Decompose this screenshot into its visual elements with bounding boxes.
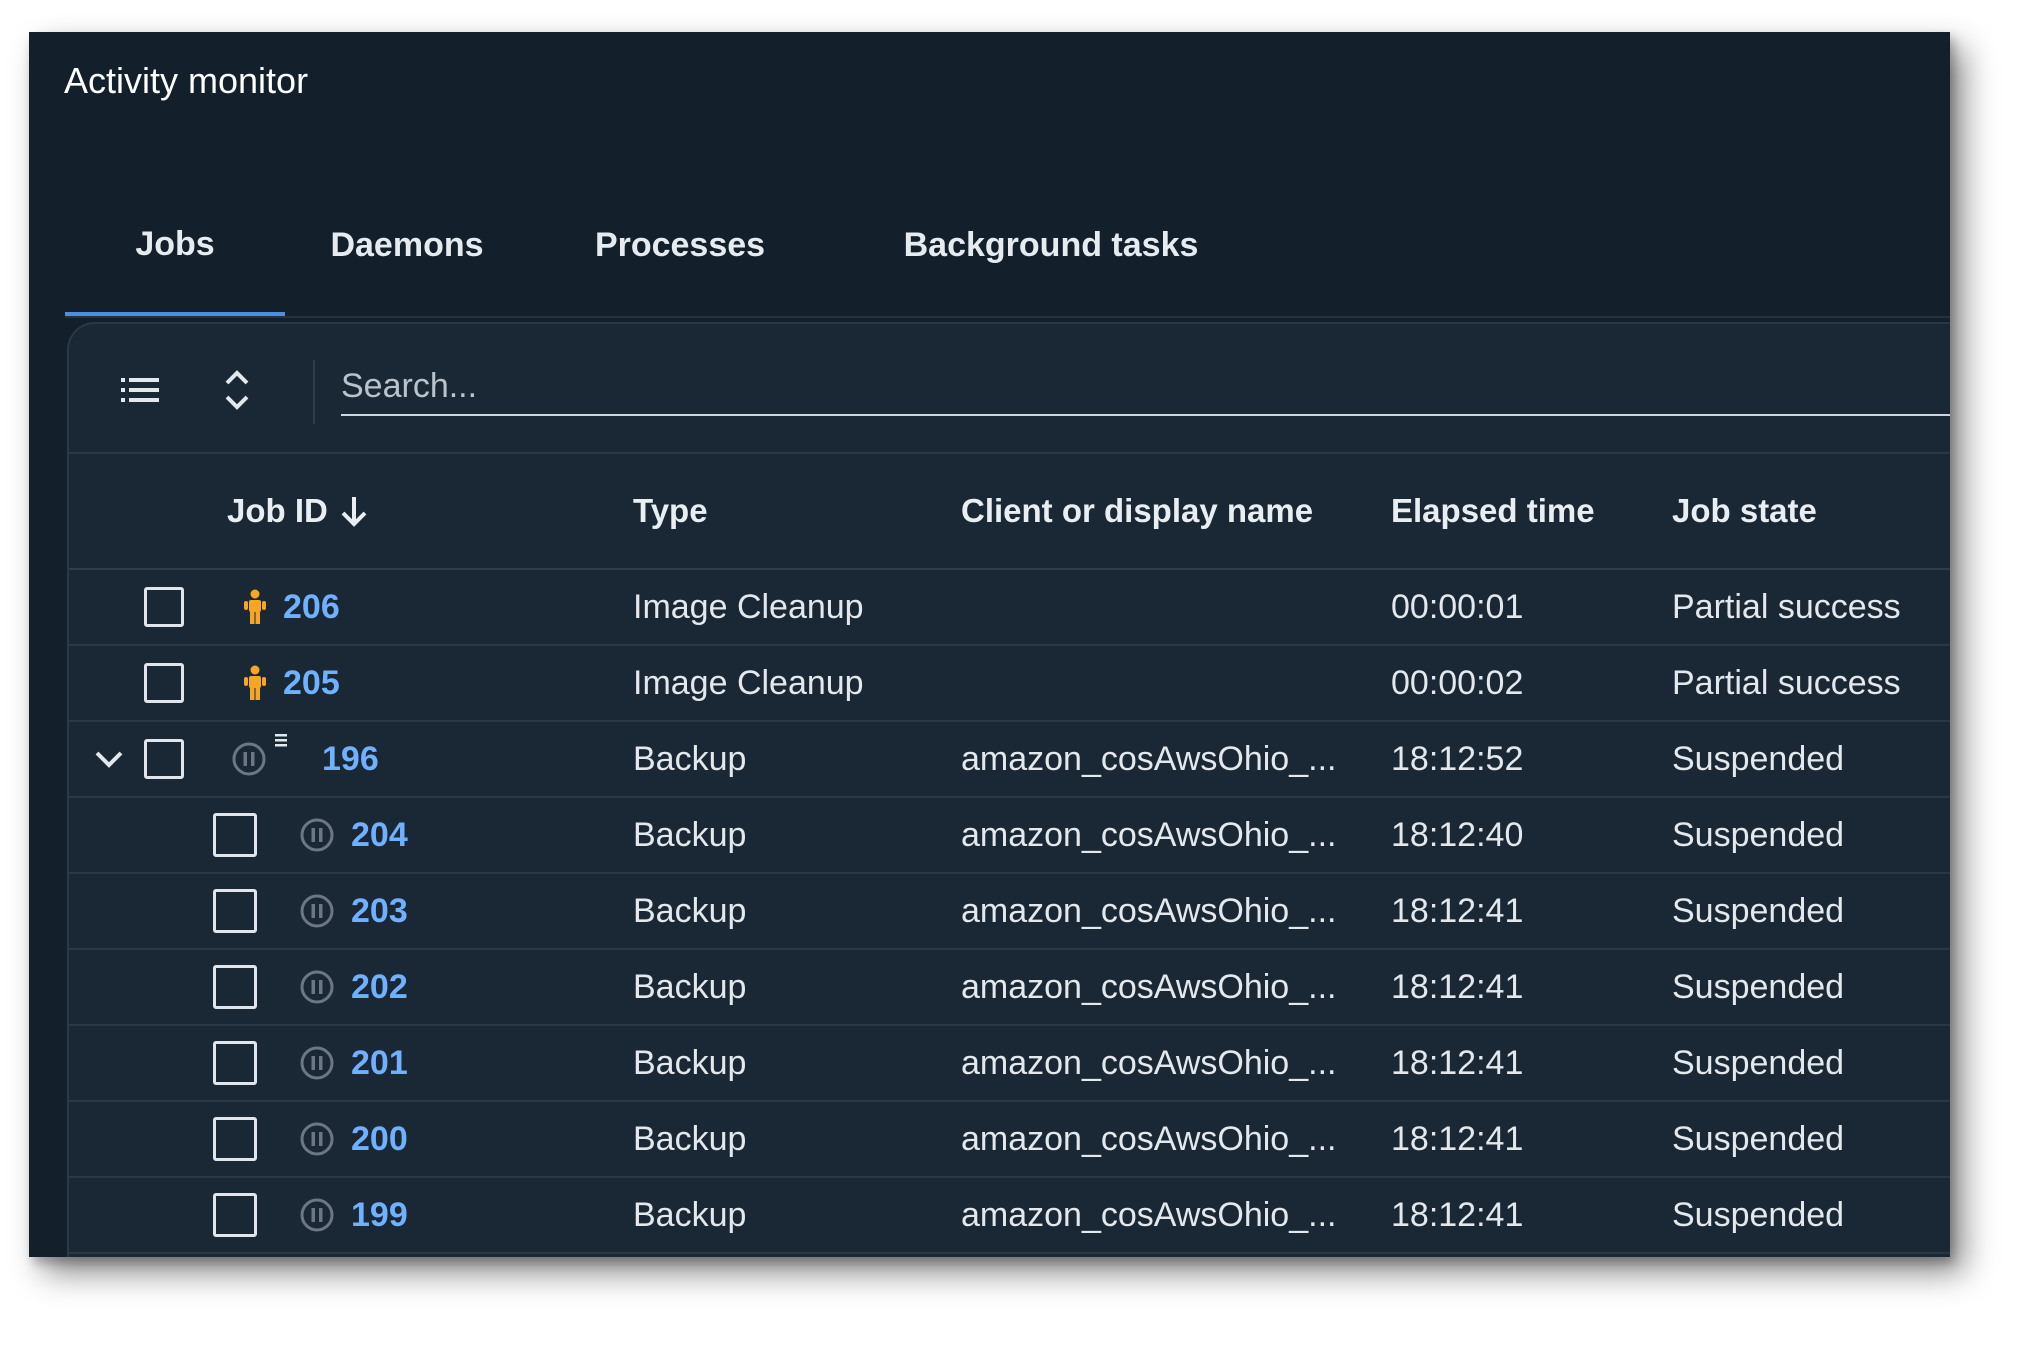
job-type: Backup <box>633 739 747 778</box>
pause-circle-icon <box>299 1121 335 1157</box>
job-type: Image Cleanup <box>633 587 864 626</box>
job-state: Suspended <box>1672 1119 1845 1158</box>
expand-collapse-icon[interactable] <box>215 362 259 418</box>
job-id-link[interactable]: 201 <box>351 1026 408 1100</box>
search-input[interactable] <box>341 358 1950 416</box>
job-id-link[interactable]: 200 <box>351 1102 408 1176</box>
jobs-table-panel: Job ID Type Client or display name Elaps… <box>67 322 1950 1257</box>
row-checkbox[interactable] <box>144 587 184 627</box>
client-name: amazon_cosAwsOhio_... <box>961 967 1337 1006</box>
tab-jobs[interactable]: Jobs <box>65 192 285 316</box>
job-type: Backup <box>633 1043 747 1082</box>
row-checkbox[interactable] <box>144 663 184 703</box>
row-checkbox[interactable] <box>213 1041 257 1085</box>
table-toolbar <box>69 324 1950 454</box>
job-id-link[interactable]: 196 <box>322 722 379 796</box>
job-type: Backup <box>633 1195 747 1234</box>
pause-circle-icon <box>231 741 267 777</box>
row-checkbox[interactable] <box>213 813 257 857</box>
row-checkbox[interactable] <box>213 1193 257 1237</box>
elapsed-time: 18:12:40 <box>1391 815 1524 854</box>
job-id-link[interactable]: 199 <box>351 1178 408 1252</box>
toolbar-divider <box>313 360 315 424</box>
client-name: amazon_cosAwsOhio_... <box>961 891 1337 930</box>
elapsed-time: 18:12:41 <box>1391 967 1524 1006</box>
job-id-link[interactable]: 204 <box>351 798 408 872</box>
table-row[interactable]: 204 Backup amazon_cosAwsOhio_... 18:12:4… <box>69 798 1950 874</box>
elapsed-time: 18:12:52 <box>1391 739 1524 778</box>
table-header: Job ID Type Client or display name Elaps… <box>69 454 1950 570</box>
row-checkbox[interactable] <box>144 739 184 779</box>
tab-daemons[interactable]: Daemons <box>327 192 487 314</box>
elapsed-time: 00:00:02 <box>1391 663 1524 702</box>
pause-circle-icon <box>299 1197 335 1233</box>
tab-processes[interactable]: Processes <box>595 192 765 314</box>
person-running-icon <box>237 589 273 625</box>
column-header-elapsed-time[interactable]: Elapsed time <box>1391 454 1595 568</box>
job-type: Image Cleanup <box>633 663 864 702</box>
column-header-type[interactable]: Type <box>633 454 708 568</box>
table-row[interactable]: 206 Image Cleanup 00:00:01 Partial succe… <box>69 570 1950 646</box>
job-state: Suspended <box>1672 1195 1845 1234</box>
parent-job-icon <box>271 730 291 750</box>
client-name: amazon_cosAwsOhio_... <box>961 1195 1337 1234</box>
tab-background-tasks[interactable]: Background tasks <box>904 192 1199 314</box>
sort-descending-icon[interactable] <box>340 494 368 528</box>
job-state: Suspended <box>1672 891 1845 930</box>
row-checkbox[interactable] <box>213 889 257 933</box>
tab-bar: Jobs Daemons Processes Background tasks <box>65 192 1950 318</box>
list-icon[interactable] <box>119 368 163 412</box>
job-state: Partial success <box>1672 663 1901 702</box>
job-type: Backup <box>633 967 747 1006</box>
elapsed-time: 18:12:41 <box>1391 891 1524 930</box>
job-id-link[interactable]: 206 <box>283 570 340 644</box>
table-row[interactable]: 200 Backup amazon_cosAwsOhio_... 18:12:4… <box>69 1102 1950 1178</box>
column-header-client[interactable]: Client or display name <box>961 454 1313 568</box>
column-label: Job ID <box>227 492 328 529</box>
person-running-icon <box>237 665 273 701</box>
client-name: amazon_cosAwsOhio_... <box>961 1043 1337 1082</box>
pause-circle-icon <box>299 817 335 853</box>
job-state: Suspended <box>1672 1043 1845 1082</box>
client-name: amazon_cosAwsOhio_... <box>961 815 1337 854</box>
column-header-job-state[interactable]: Job state <box>1672 454 1817 568</box>
client-name: amazon_cosAwsOhio_... <box>961 739 1337 778</box>
elapsed-time: 18:12:41 <box>1391 1043 1524 1082</box>
client-name: amazon_cosAwsOhio_... <box>961 1119 1337 1158</box>
column-header-job-id[interactable]: Job ID <box>227 454 368 568</box>
pause-circle-icon <box>299 893 335 929</box>
job-state: Suspended <box>1672 967 1845 1006</box>
elapsed-time: 00:00:01 <box>1391 587 1524 626</box>
row-checkbox[interactable] <box>213 1117 257 1161</box>
pause-circle-icon <box>299 1045 335 1081</box>
table-row[interactable]: 199 Backup amazon_cosAwsOhio_... 18:12:4… <box>69 1178 1950 1254</box>
page-title: Activity monitor <box>64 60 309 101</box>
elapsed-time: 18:12:41 <box>1391 1119 1524 1158</box>
table-row[interactable]: 202 Backup amazon_cosAwsOhio_... 18:12:4… <box>69 950 1950 1026</box>
job-type: Backup <box>633 1119 747 1158</box>
job-id-link[interactable]: 202 <box>351 950 408 1024</box>
job-type: Backup <box>633 815 747 854</box>
table-row[interactable]: 201 Backup amazon_cosAwsOhio_... 18:12:4… <box>69 1026 1950 1102</box>
elapsed-time: 18:12:41 <box>1391 1195 1524 1234</box>
job-id-link[interactable]: 203 <box>351 874 408 948</box>
job-state: Suspended <box>1672 815 1845 854</box>
table-row[interactable]: 196 Backup amazon_cosAwsOhio_... 18:12:5… <box>69 722 1950 798</box>
row-checkbox[interactable] <box>213 965 257 1009</box>
job-id-link[interactable]: 205 <box>283 646 340 720</box>
chevron-down-icon[interactable] <box>91 741 127 777</box>
activity-monitor-window: Activity monitor Jobs Daemons Processes … <box>29 32 1950 1257</box>
job-type: Backup <box>633 891 747 930</box>
pause-circle-icon <box>299 969 335 1005</box>
job-state: Partial success <box>1672 587 1901 626</box>
table-row[interactable]: 203 Backup amazon_cosAwsOhio_... 18:12:4… <box>69 874 1950 950</box>
job-state: Suspended <box>1672 739 1845 778</box>
table-row[interactable]: 205 Image Cleanup 00:00:02 Partial succe… <box>69 646 1950 722</box>
